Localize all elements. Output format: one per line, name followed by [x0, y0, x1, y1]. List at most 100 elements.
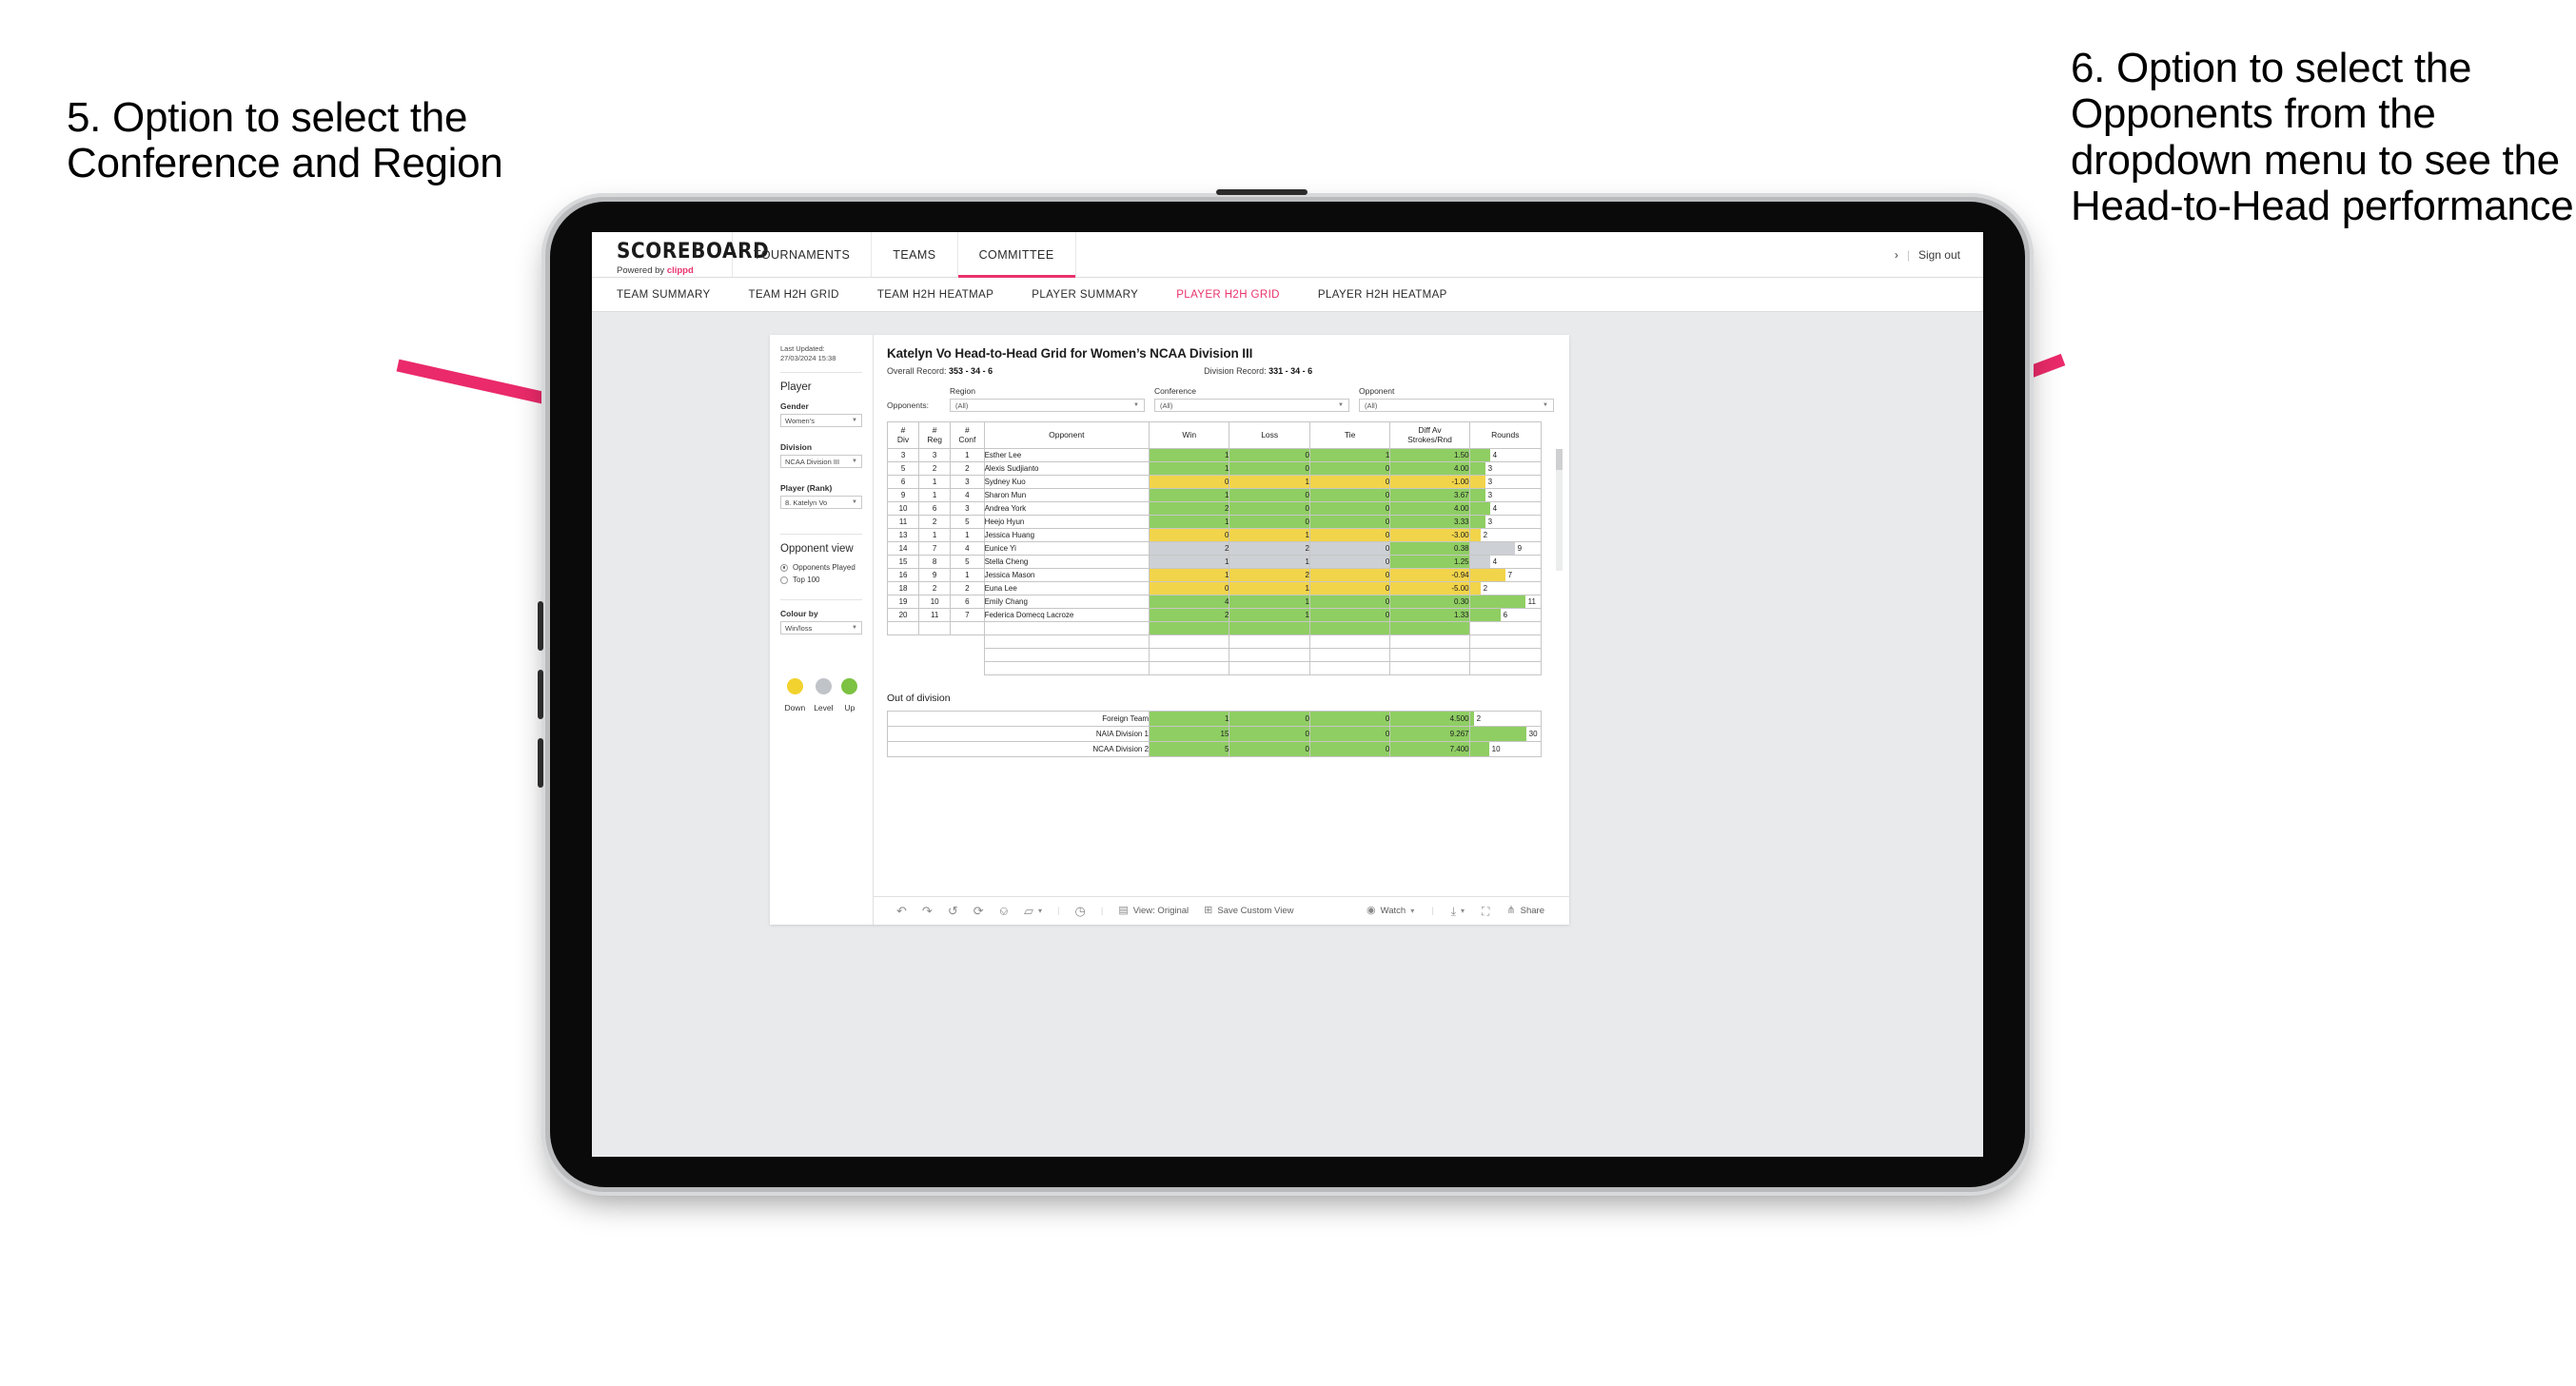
ood-row[interactable]: NAIA Division 1 15 0 0 9.267 30	[886, 726, 1543, 742]
ood-cell-name: NCAA Division 2	[886, 741, 1150, 757]
help-icon[interactable]: ◷	[1075, 905, 1086, 917]
cell-loss: 0	[1229, 515, 1310, 529]
colour-by-select[interactable]: Win/loss ▼	[780, 621, 862, 635]
col-reg[interactable]: # Reg	[918, 421, 952, 449]
gender-select[interactable]: Women’s ▼	[780, 414, 862, 428]
table-row[interactable]: 9 1 4 Sharon Mun 1 0 0 3.67 3	[886, 488, 1543, 502]
subnav-team-summary[interactable]: TEAM SUMMARY	[617, 289, 711, 301]
pause-updates-icon[interactable]: ⎉	[999, 905, 1009, 917]
toolbar-divider-1: |	[1057, 906, 1060, 916]
sign-out-link[interactable]: Sign out	[1918, 248, 1960, 262]
volume-down-button[interactable]	[538, 670, 543, 719]
table-row[interactable]: 18 2 2 Euna Lee 0 1 0 -5.00 2	[886, 581, 1543, 595]
refresh-data-icon[interactable]: ⟳	[973, 905, 984, 917]
table-row[interactable]: 5 2 2 Alexis Sudjianto 1 0 0 4.00 3	[886, 461, 1543, 476]
app-logo[interactable]: SCOREBOARD Powered by clippd	[592, 232, 769, 277]
undo-icon[interactable]: ↶	[896, 905, 907, 917]
share-button[interactable]: ⋔ Share	[1506, 906, 1544, 917]
cell-diff: 1.50	[1389, 448, 1470, 462]
side-button[interactable]	[538, 738, 543, 788]
download-button[interactable]: ⤓ ▾	[1451, 906, 1465, 917]
table-scrollbar-thumb[interactable]	[1556, 449, 1563, 470]
division-record: Division Record: 331 - 34 - 6	[1204, 366, 1312, 376]
ood-row[interactable]: Foreign Team 1 0 0 4.500 2	[886, 711, 1543, 727]
cell-loss: 0	[1229, 461, 1310, 476]
nav-tab-teams[interactable]: TEAMS	[872, 232, 958, 277]
view-original-label: View: Original	[1132, 906, 1190, 916]
cell-rounds: 7	[1468, 568, 1543, 582]
nav-tab-tournaments[interactable]: TOURNAMENTS	[733, 232, 873, 277]
cell-div: 16	[886, 568, 920, 582]
col-tie[interactable]: Tie	[1308, 421, 1391, 449]
table-row[interactable]: 16 9 1 Jessica Mason 1 2 0 -0.94 7	[886, 568, 1543, 582]
logo-powered-by: Powered by clippd	[617, 265, 732, 276]
cell-reg: 8	[918, 555, 952, 569]
watch-button[interactable]: ◉ Watch ▾	[1367, 906, 1414, 917]
col-rounds[interactable]: Rounds	[1468, 421, 1543, 449]
table-scrollbar[interactable]	[1556, 449, 1563, 571]
cell-opponent: Eunice Yi	[983, 541, 1150, 556]
cell-reg: 2	[918, 515, 952, 529]
table-row[interactable]: 10 6 3 Andrea York 2 0 0 4.00 4	[886, 501, 1543, 516]
table-row[interactable]: 6 1 3 Sydney Kuo 0 1 0 -1.00 3	[886, 475, 1543, 489]
nav-tab-committee[interactable]: COMMITTEE	[957, 232, 1076, 278]
fullscreen-icon[interactable]: ⛶	[1482, 906, 1489, 917]
player-rank-select[interactable]: 8. Katelyn Vo ▼	[780, 496, 862, 510]
region-filter: Region (All) ▼	[950, 386, 1145, 412]
col-loss[interactable]: Loss	[1229, 421, 1310, 449]
revert-icon[interactable]: ↺	[948, 905, 958, 917]
volume-up-button[interactable]	[538, 601, 543, 651]
col-div[interactable]: # Div	[886, 421, 920, 449]
table-row[interactable]: 14 7 4 Eunice Yi 2 2 0 0.38 9	[886, 541, 1543, 556]
subnav-player-h2h-heatmap[interactable]: PLAYER H2H HEATMAP	[1318, 289, 1447, 301]
rounds-bar	[1469, 595, 1525, 608]
col-conf[interactable]: # Conf	[950, 421, 985, 449]
ood-row[interactable]: NCAA Division 2 5 0 0 7.400 10	[886, 741, 1543, 757]
table-row[interactable]: 3 3 1 Esther Lee 1 0 1 1.50 4	[886, 448, 1543, 462]
cell-win: 0	[1149, 581, 1230, 595]
col-win[interactable]: Win	[1149, 421, 1230, 449]
radio-top-100[interactable]: Top 100	[780, 576, 862, 584]
redo-icon[interactable]: ↷	[922, 905, 933, 917]
view-original-button[interactable]: ▤ View: Original	[1118, 906, 1190, 917]
save-custom-view-button[interactable]: ⊞ Save Custom View	[1204, 906, 1293, 917]
out-of-division-body: Foreign Team 1 0 0 4.500 2 NAIA Division 1 15 0 0…	[886, 711, 1543, 757]
conference-filter-select[interactable]: (All) ▼	[1154, 399, 1349, 412]
cell-conf: 5	[950, 555, 985, 569]
col-opponent[interactable]: Opponent	[983, 421, 1150, 449]
ood-cell-rounds: 30	[1468, 726, 1543, 742]
ood-cell-loss: 0	[1229, 726, 1310, 742]
region-filter-select[interactable]: (All) ▼	[950, 399, 1145, 412]
account-chevron-icon[interactable]: ›	[1895, 248, 1898, 262]
table-row[interactable]: 19 10 6 Emily Chang 4 1 0 0.30 11	[886, 595, 1543, 609]
table-row[interactable]: 13 1 1 Jessica Huang 0 1 0 -3.00 2	[886, 528, 1543, 542]
cell-opponent: Esther Lee	[983, 448, 1150, 462]
cell-conf: 1	[950, 448, 985, 462]
table-row[interactable]: 15 8 5 Stella Cheng 1 1 0 1.25 4	[886, 555, 1543, 569]
cell-opponent: Stella Cheng	[983, 555, 1150, 569]
subnav-team-h2h-heatmap[interactable]: TEAM H2H HEATMAP	[877, 289, 993, 301]
cell-win: 1	[1149, 488, 1230, 502]
h2h-grid-table: # Div # Reg # Conf Opponent Win Loss Tie Di…	[886, 421, 1543, 675]
table-row[interactable]: 11 2 5 Heejo Hyun 1 0 0 3.33 3	[886, 515, 1543, 529]
caret-icon: ▾	[1038, 906, 1043, 915]
cell-div: 14	[886, 541, 920, 556]
subnav-team-h2h-grid[interactable]: TEAM H2H GRID	[749, 289, 839, 301]
subnav-player-summary[interactable]: PLAYER SUMMARY	[1032, 289, 1138, 301]
power-button[interactable]	[1216, 189, 1308, 195]
subnav-player-h2h-grid[interactable]: PLAYER H2H GRID	[1176, 289, 1280, 301]
overall-record-label: Overall Record:	[887, 366, 947, 376]
rounds-bar	[1469, 476, 1485, 488]
table-row[interactable]: 20 11 7 Federica Domecq Lacroze 2 1 0 1.33 6	[886, 608, 1543, 622]
col-diff-l2: Strokes/Rnd	[1407, 434, 1452, 444]
cell-tie: 0	[1308, 501, 1391, 516]
cell-diff: 1.33	[1389, 608, 1470, 622]
opponent-filters: Opponents: Region (All) ▼ Conference (Al…	[887, 386, 1554, 412]
opponent-filter-select[interactable]: (All) ▼	[1359, 399, 1554, 412]
cell-win: 1	[1149, 568, 1230, 582]
col-diff[interactable]: Diff Av Strokes/Rnd	[1389, 421, 1470, 449]
highlight-tool[interactable]: ▱ ▾	[1024, 905, 1042, 917]
division-select[interactable]: NCAA Division III ▼	[780, 455, 862, 469]
radio-opponents-played[interactable]: Opponents Played	[780, 563, 862, 572]
caret-icon: ▾	[1461, 906, 1465, 915]
